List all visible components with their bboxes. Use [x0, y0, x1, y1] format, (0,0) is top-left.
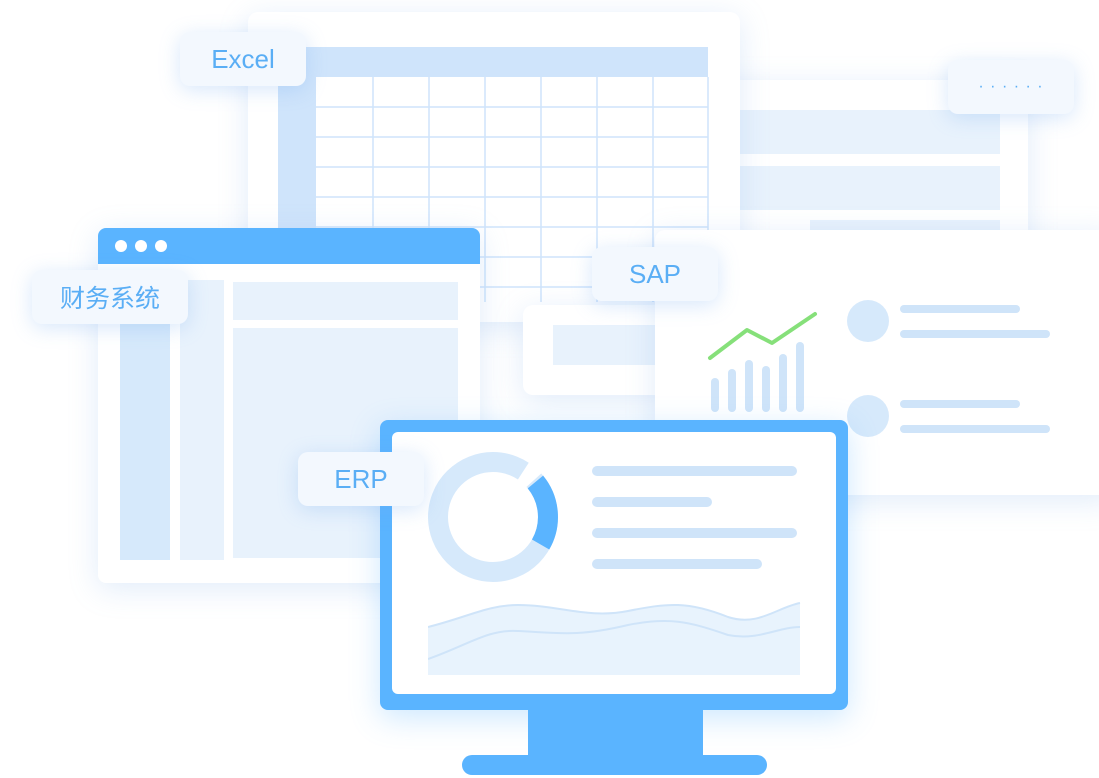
monitor — [380, 420, 848, 710]
document-row — [740, 166, 1000, 210]
donut-chart-icon — [428, 452, 558, 582]
text-line — [900, 330, 1050, 338]
monitor-screen — [392, 432, 836, 694]
window-dots-icon — [115, 240, 167, 252]
text-line — [592, 528, 797, 538]
avatar — [847, 300, 889, 342]
bar-chart-icon — [711, 342, 804, 412]
window-header-block — [233, 282, 458, 320]
text-line — [592, 466, 797, 476]
text-line — [592, 497, 712, 507]
area-chart-icon — [428, 602, 801, 675]
erp-tag: ERP — [298, 452, 424, 506]
ellipsis-tag: · · · · · · — [948, 60, 1074, 114]
excel-tag: Excel — [180, 32, 306, 86]
text-line — [900, 305, 1020, 313]
sap-tag: SAP — [592, 247, 718, 301]
finance-system-tag: 财务系统 — [32, 270, 188, 324]
text-line — [900, 400, 1020, 408]
text-line — [900, 425, 1050, 433]
document-row — [740, 110, 1000, 154]
window-column — [180, 280, 224, 560]
text-line — [592, 559, 762, 569]
avatar — [847, 395, 889, 437]
monitor-base — [462, 755, 767, 775]
